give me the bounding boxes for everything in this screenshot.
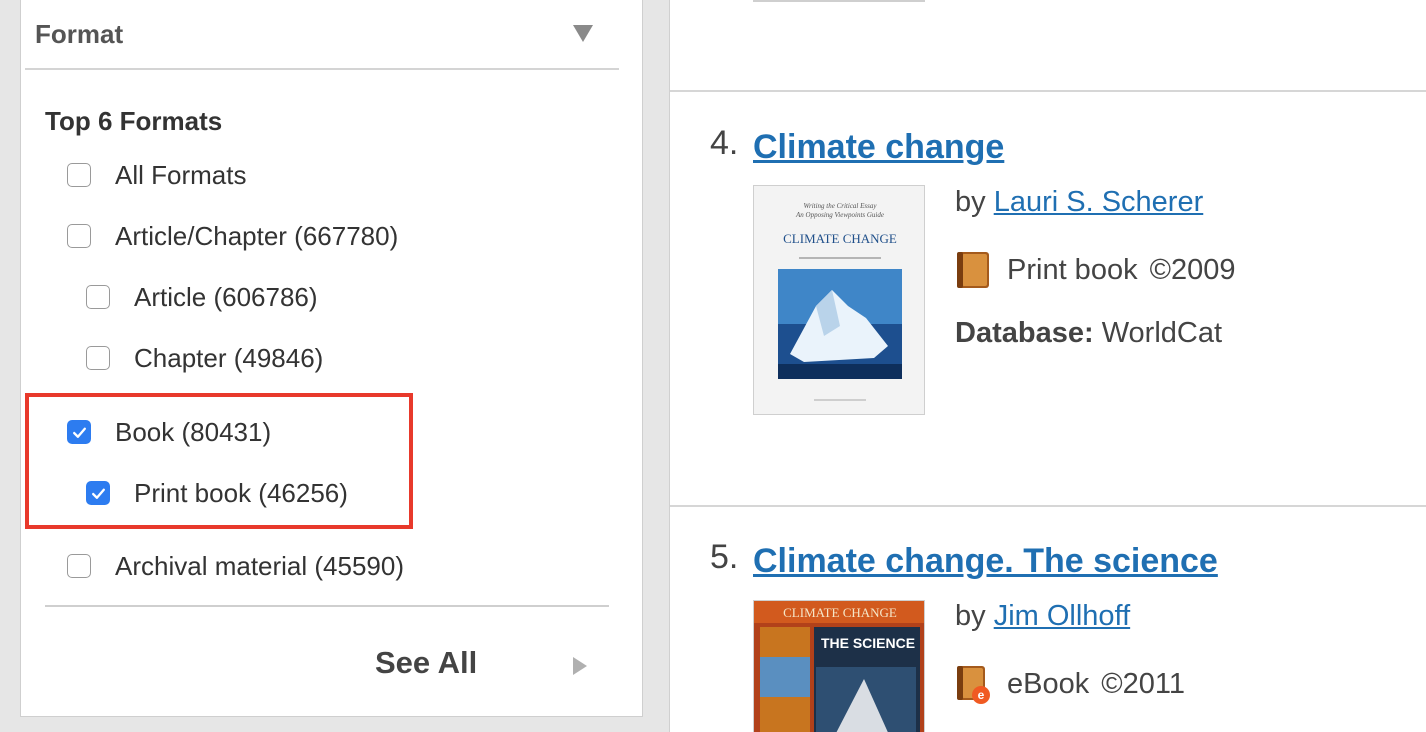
svg-text:CLIMATE CHANGE: CLIMATE CHANGE xyxy=(783,605,897,620)
checkbox[interactable] xyxy=(67,554,91,578)
author-line: by Lauri S. Scherer xyxy=(955,186,1203,219)
facet-subtitle: Top 6 Formats xyxy=(45,106,223,136)
svg-text:An Opposing Viewpoints Guide: An Opposing Viewpoints Guide xyxy=(795,211,884,219)
option-label: Chapter (49846) xyxy=(134,342,324,373)
database-line: Database: WorldCat xyxy=(955,317,1222,350)
result-number: 4. xyxy=(710,124,739,162)
checkbox-checked[interactable] xyxy=(86,481,110,505)
format-option-book[interactable]: Book (80431) xyxy=(67,412,271,452)
svg-text:CLIMATE CHANGE: CLIMATE CHANGE xyxy=(783,231,897,246)
result-separator xyxy=(670,505,1426,507)
option-label: Book (80431) xyxy=(115,416,272,447)
format-line: Print book ©2009 xyxy=(955,250,1235,290)
result-number: 5. xyxy=(710,538,739,576)
checkbox[interactable] xyxy=(86,285,110,309)
checkbox[interactable] xyxy=(67,163,91,187)
ebook-icon: e xyxy=(955,665,991,704)
book-cover-image[interactable]: Writing the Critical Essay An Opposing V… xyxy=(753,185,925,415)
option-label: Article (606786) xyxy=(134,281,318,312)
collapse-triangle-icon[interactable] xyxy=(573,25,593,42)
option-label: All Formats xyxy=(115,159,247,190)
database-label: Database: xyxy=(955,317,1094,349)
svg-text:Writing the Critical Essay: Writing the Critical Essay xyxy=(804,202,878,210)
format-label: eBook xyxy=(1007,667,1090,700)
publication-year: ©2009 xyxy=(1149,253,1236,286)
format-option-archival-material[interactable]: Archival material (45590) xyxy=(67,546,404,586)
previous-cover-edge xyxy=(753,0,925,2)
checkmark-icon xyxy=(91,488,105,499)
option-label: Article/Chapter (667780) xyxy=(115,220,399,251)
database-value: WorldCat xyxy=(1101,317,1223,349)
book-cover-image[interactable]: CLIMATE CHANGE THE SCIENCE xyxy=(753,600,925,732)
by-label: by xyxy=(955,600,986,632)
result-title-link[interactable]: Climate change. The science xyxy=(753,542,1218,581)
checkmark-icon xyxy=(72,427,86,438)
author-link[interactable]: Jim Ollhoff xyxy=(994,600,1130,632)
search-results: 4. Climate change Writing the Critical E… xyxy=(669,0,1426,732)
publication-year: ©2011 xyxy=(1101,667,1185,700)
see-all-button[interactable]: See All xyxy=(375,645,477,681)
facet-title: Format xyxy=(35,19,124,49)
format-option-article-chapter[interactable]: Article/Chapter (667780) xyxy=(67,216,398,256)
print-book-icon xyxy=(955,251,991,289)
format-option-print-book[interactable]: Print book (46256) xyxy=(86,473,348,513)
option-label: Print book (46256) xyxy=(134,477,348,508)
facet-header[interactable]: Format xyxy=(25,0,619,70)
result-title-link[interactable]: Climate change xyxy=(753,128,1004,167)
author-link[interactable]: Lauri S. Scherer xyxy=(994,186,1204,218)
chevron-right-icon[interactable] xyxy=(573,657,587,675)
svg-text:e: e xyxy=(978,688,985,702)
checkbox[interactable] xyxy=(86,346,110,370)
format-option-article[interactable]: Article (606786) xyxy=(86,277,318,317)
facet-divider xyxy=(45,605,609,607)
author-line: by Jim Ollhoff xyxy=(955,600,1130,633)
format-option-chapter[interactable]: Chapter (49846) xyxy=(86,338,323,378)
by-label: by xyxy=(955,186,986,218)
checkbox[interactable] xyxy=(67,224,91,248)
format-facet-panel: Format Top 6 Formats All Formats Article… xyxy=(20,0,643,717)
format-label: Print book xyxy=(1007,253,1138,286)
svg-text:THE SCIENCE: THE SCIENCE xyxy=(821,635,915,651)
format-line: e eBook ©2011 xyxy=(955,664,1185,704)
result-separator xyxy=(670,90,1426,92)
checkbox-checked[interactable] xyxy=(67,420,91,444)
format-option-all-formats[interactable]: All Formats xyxy=(67,155,246,195)
option-label: Archival material (45590) xyxy=(115,550,405,581)
